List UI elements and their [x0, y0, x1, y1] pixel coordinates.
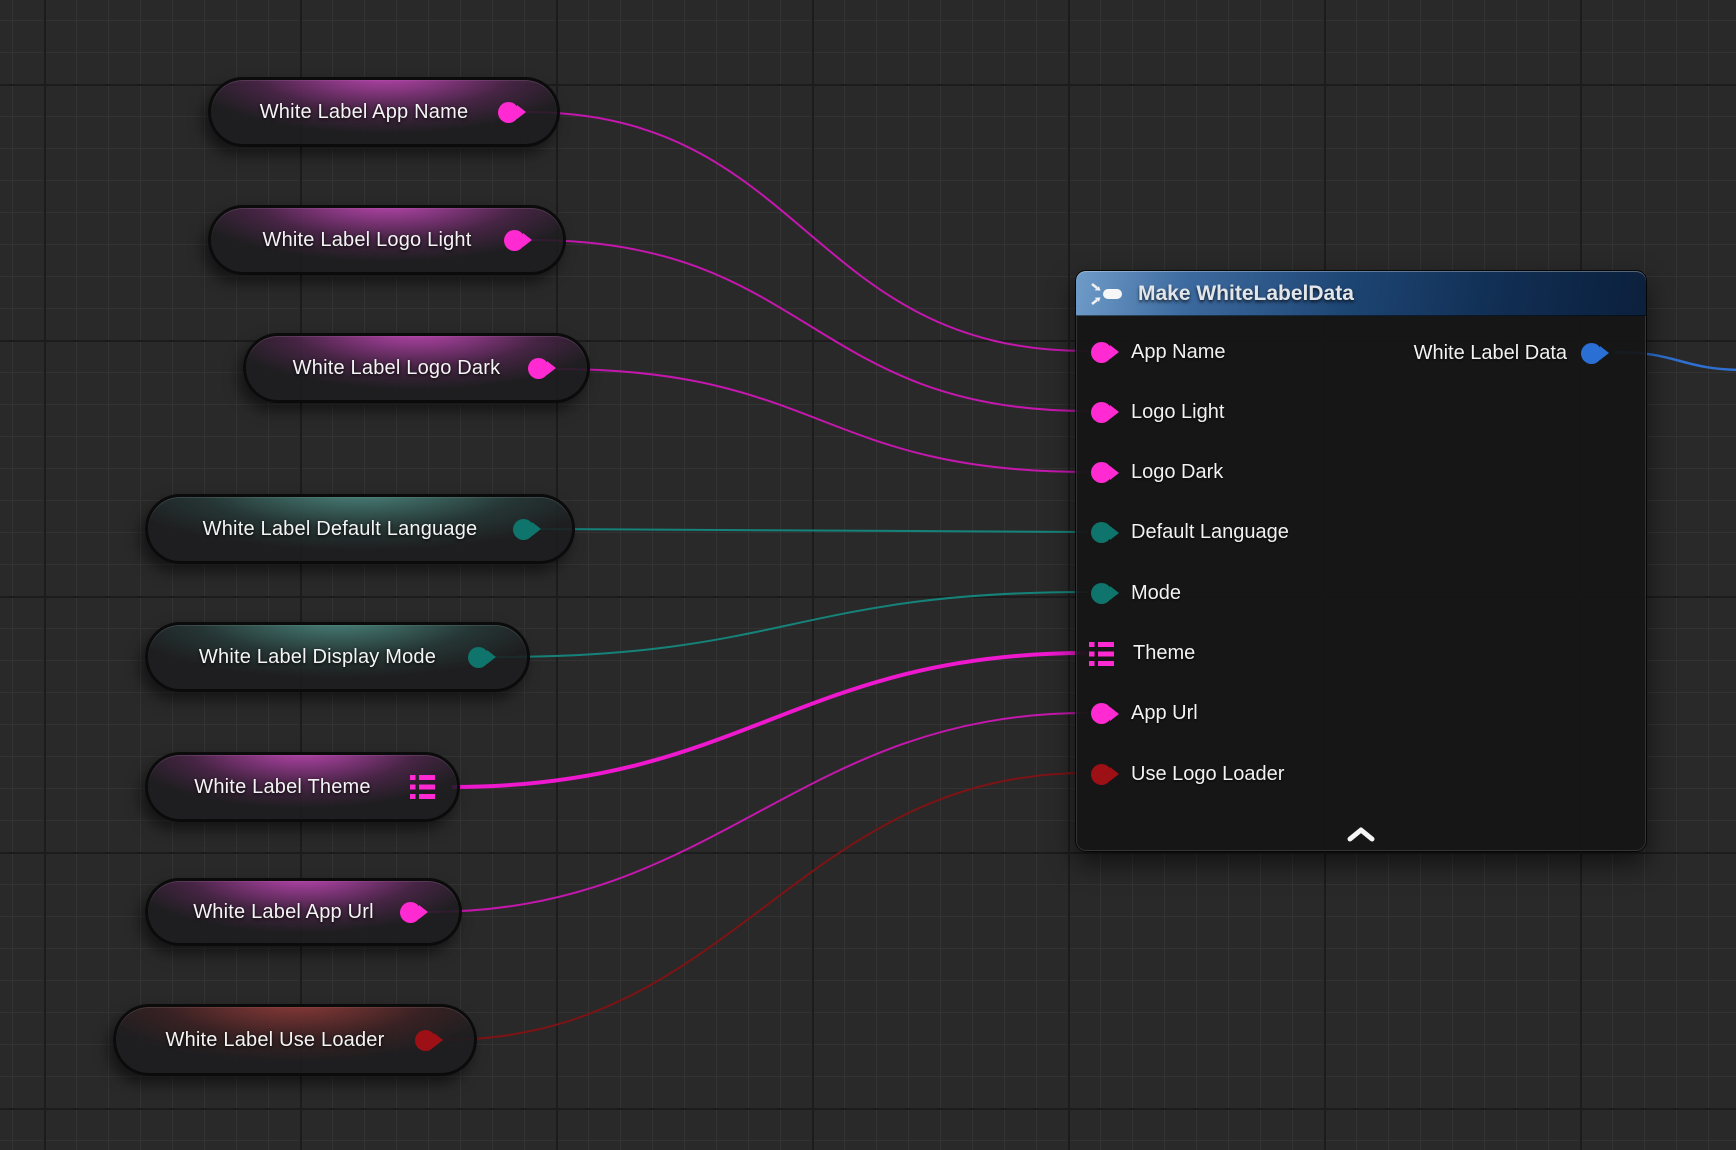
wire-string	[526, 112, 1087, 351]
variable-getter-white-label-logo-light[interactable]: White Label Logo Light	[208, 205, 566, 275]
input-pin[interactable]	[1091, 583, 1112, 604]
variable-getter-label: White Label Logo Light	[237, 229, 538, 252]
getter-output-pin[interactable]	[513, 519, 534, 540]
input-pin-row-theme: Theme	[1076, 637, 1646, 671]
input-pin[interactable]	[1091, 342, 1112, 363]
input-pin[interactable]	[1091, 764, 1112, 785]
wire-string	[556, 369, 1087, 472]
wire-string	[428, 713, 1087, 912]
input-pin-label: Logo Light	[1131, 401, 1224, 424]
input-pin-label: Default Language	[1131, 521, 1289, 544]
input-pin-row-mode: Mode	[1076, 576, 1646, 610]
variable-getter-label: White Label Logo Dark	[267, 357, 567, 380]
variable-getter-label: White Label App Url	[167, 901, 440, 924]
input-pin-row-use-logo-loader: Use Logo Loader	[1076, 757, 1646, 791]
chevron-up-icon	[1345, 826, 1377, 843]
input-pin-label: Logo Dark	[1131, 461, 1223, 484]
variable-getter-label: White Label App Name	[234, 101, 535, 124]
variable-getter-label: White Label Default Language	[177, 518, 544, 541]
node-title: Make WhiteLabelData	[1138, 282, 1354, 306]
input-pin-row-logo-light: Logo Light	[1076, 395, 1646, 429]
wire-enum	[496, 592, 1087, 657]
make-whitelabeldata-node[interactable]: Make WhiteLabelData App Name Logo Light Lo…	[1075, 270, 1647, 852]
collapse-node-button[interactable]	[1339, 824, 1383, 845]
input-pin-label: Mode	[1131, 582, 1181, 605]
input-struct-pin-icon[interactable]	[1089, 642, 1114, 666]
wire-bool	[443, 773, 1087, 1040]
variable-getter-white-label-app-name[interactable]: White Label App Name	[208, 77, 560, 147]
getter-output-pin[interactable]	[415, 1030, 436, 1051]
input-pin-row-default-language: Default Language	[1076, 516, 1646, 550]
input-pin[interactable]	[1091, 402, 1112, 423]
getter-output-pin[interactable]	[468, 647, 489, 668]
input-pin[interactable]	[1091, 462, 1112, 483]
variable-getter-white-label-default-language[interactable]: White Label Default Language	[145, 494, 575, 564]
input-pin-row-logo-dark: Logo Dark	[1076, 456, 1646, 490]
getter-output-struct-pin-icon[interactable]	[410, 775, 435, 799]
input-pin-label: Theme	[1133, 642, 1195, 665]
getter-output-pin[interactable]	[528, 358, 549, 379]
variable-getter-white-label-app-url[interactable]: White Label App Url	[145, 878, 462, 946]
make-struct-icon	[1090, 282, 1126, 306]
wire-struct	[452, 653, 1087, 787]
variable-getter-white-label-logo-dark[interactable]: White Label Logo Dark	[243, 333, 590, 403]
input-pin-label: App Name	[1131, 341, 1226, 364]
node-header[interactable]: Make WhiteLabelData	[1076, 271, 1646, 316]
getter-output-pin[interactable]	[400, 902, 421, 923]
wire-string	[532, 240, 1087, 411]
variable-getter-white-label-use-loader[interactable]: White Label Use Loader	[113, 1004, 477, 1076]
input-pin-label: Use Logo Loader	[1131, 763, 1284, 786]
variable-getter-label: White Label Display Mode	[173, 646, 502, 669]
getter-output-pin[interactable]	[498, 102, 519, 123]
input-pin[interactable]	[1091, 703, 1112, 724]
wire-enum	[541, 529, 1087, 532]
input-pin-row-app-url: App Url	[1076, 697, 1646, 731]
getter-output-pin[interactable]	[504, 230, 525, 251]
variable-getter-white-label-display-mode[interactable]: White Label Display Mode	[145, 622, 530, 692]
input-pin[interactable]	[1091, 522, 1112, 543]
output-pin-row: White Label Data	[1414, 336, 1646, 370]
variable-getter-white-label-theme[interactable]: White Label Theme	[145, 752, 460, 822]
output-pin[interactable]	[1581, 343, 1602, 364]
blueprint-canvas[interactable]: White Label App Name White Label Logo Lig…	[0, 0, 1736, 1150]
output-pin-label: White Label Data	[1414, 342, 1567, 365]
input-pin-label: App Url	[1131, 702, 1198, 725]
variable-getter-label: White Label Use Loader	[140, 1029, 451, 1052]
variable-getter-label: White Label Theme	[168, 776, 436, 799]
